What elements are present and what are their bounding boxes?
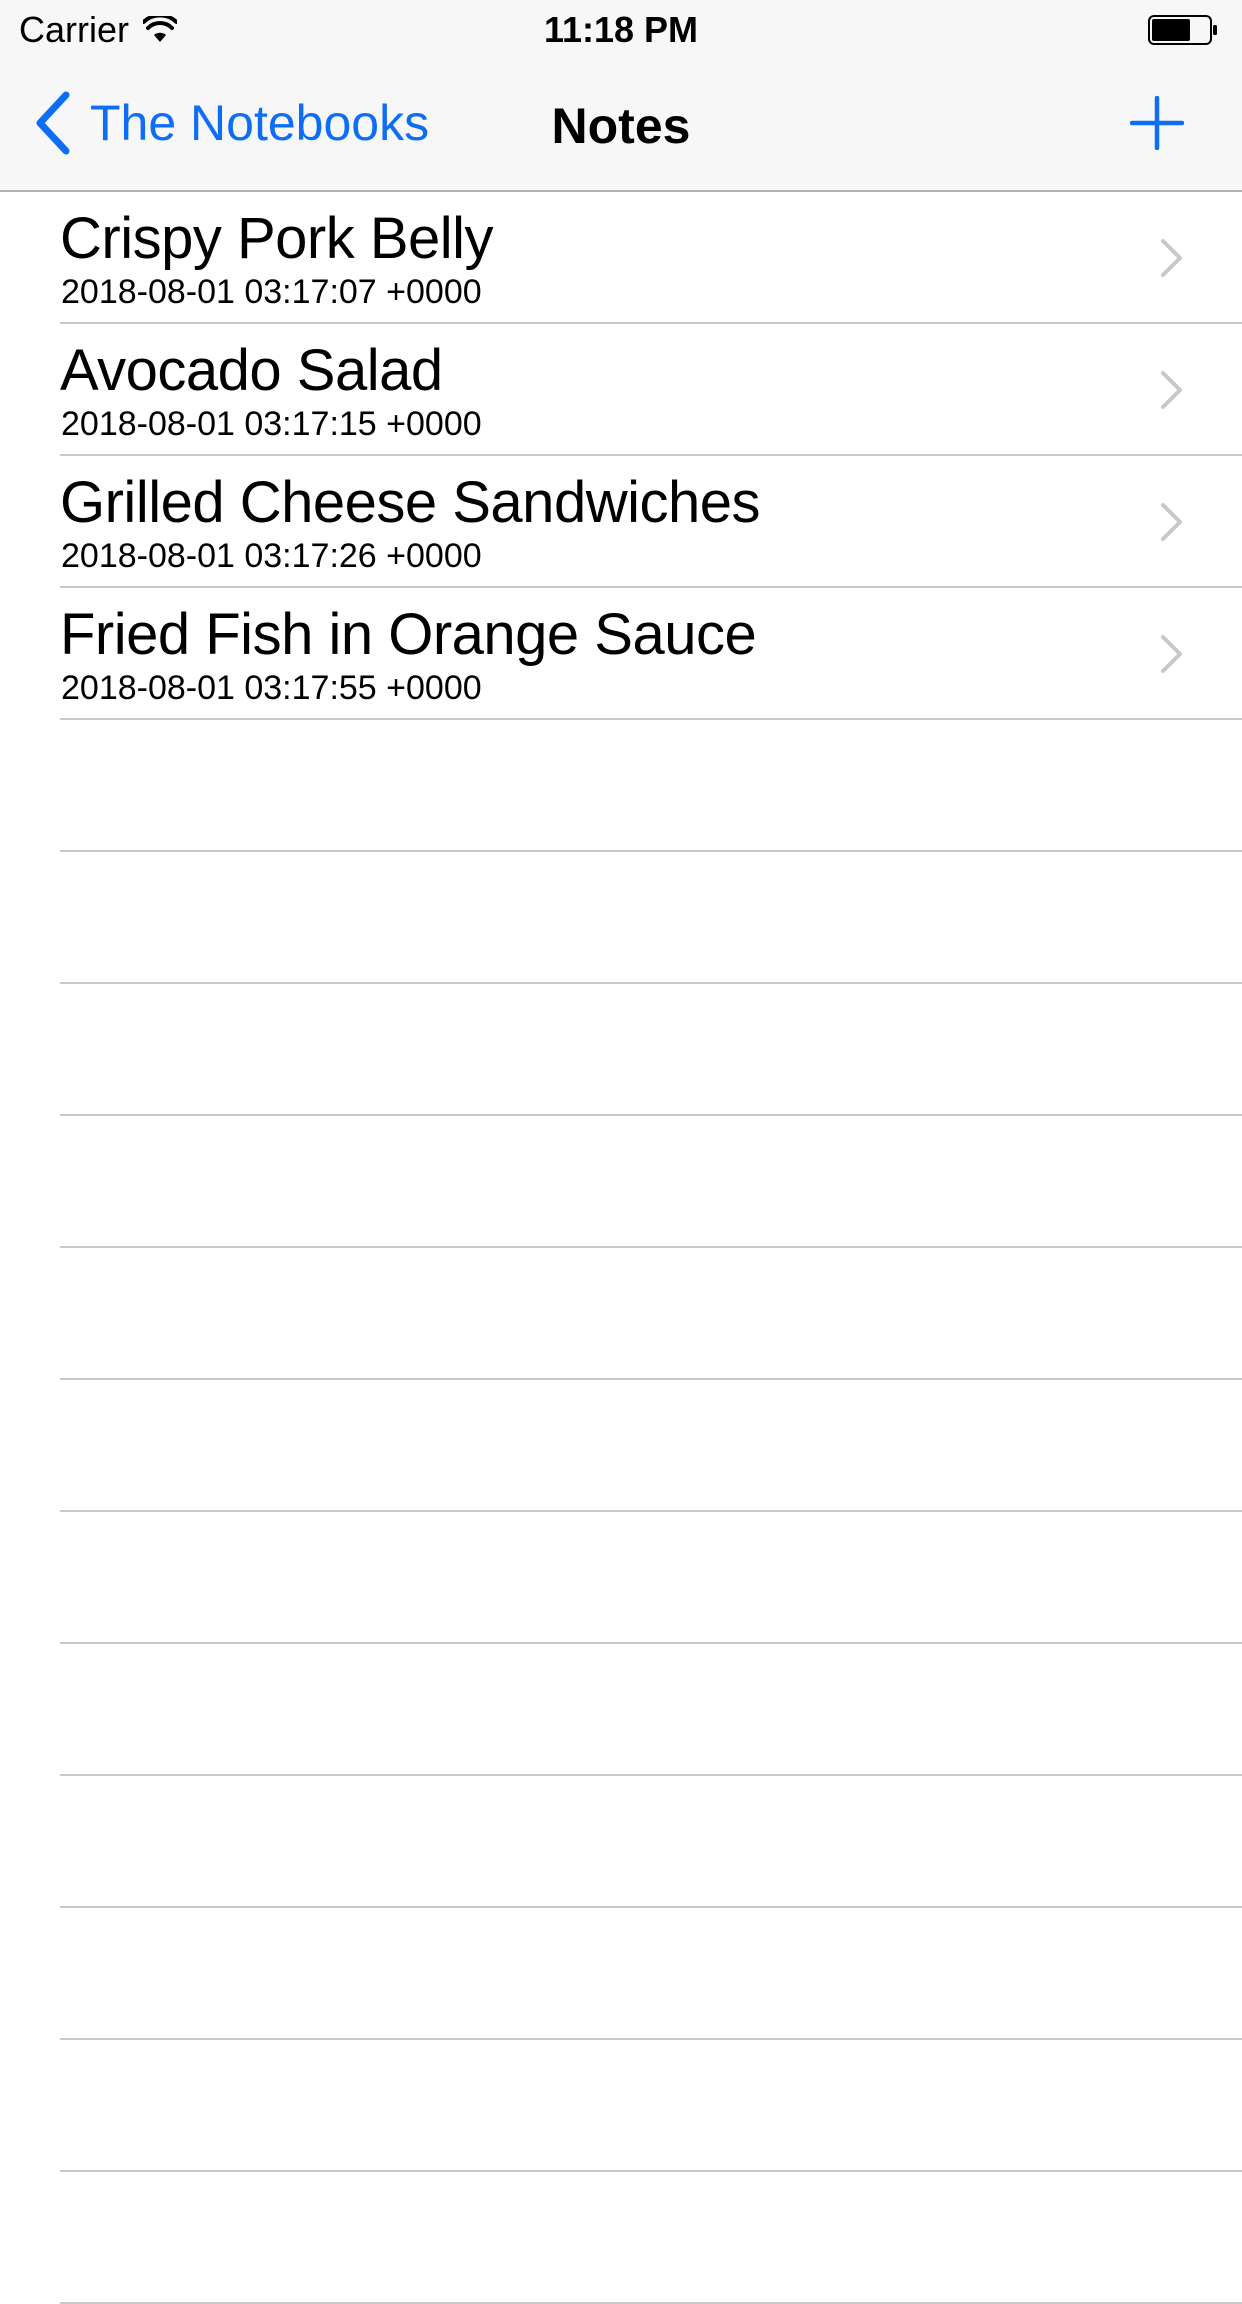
- notes-table: Crispy Pork Belly 2018-08-01 03:17:07 +0…: [0, 192, 1242, 2304]
- empty-row: [60, 1908, 1242, 2040]
- chevron-right-icon: [1161, 239, 1182, 277]
- chevron-right-icon: [1161, 503, 1182, 541]
- top-bar: Carrier 11:18 PM The Notebooks Notes: [0, 0, 1242, 192]
- note-row[interactable]: Grilled Cheese Sandwiches 2018-08-01 03:…: [60, 456, 1242, 588]
- empty-row: [60, 984, 1242, 1116]
- battery-icon: [1148, 15, 1217, 45]
- empty-row: [60, 720, 1242, 852]
- empty-row: [60, 2172, 1242, 2304]
- note-title: Grilled Cheese Sandwiches: [60, 470, 760, 535]
- note-title: Fried Fish in Orange Sauce: [60, 602, 757, 667]
- empty-row: [60, 852, 1242, 984]
- navigation-bar: The Notebooks Notes: [0, 60, 1242, 190]
- note-date: 2018-08-01 03:17:15 +0000: [61, 405, 482, 443]
- empty-row: [60, 2040, 1242, 2172]
- note-date: 2018-08-01 03:17:26 +0000: [61, 537, 482, 575]
- note-row[interactable]: Crispy Pork Belly 2018-08-01 03:17:07 +0…: [60, 192, 1242, 324]
- chevron-right-icon: [1161, 635, 1182, 673]
- empty-row: [60, 1644, 1242, 1776]
- page-title: Notes: [551, 98, 691, 154]
- note-row[interactable]: Avocado Salad 2018-08-01 03:17:15 +0000: [60, 324, 1242, 456]
- chevron-right-icon: [1161, 371, 1182, 409]
- empty-row: [60, 1512, 1242, 1644]
- note-title: Avocado Salad: [60, 338, 443, 403]
- empty-row: [60, 1776, 1242, 1908]
- note-row[interactable]: Fried Fish in Orange Sauce 2018-08-01 03…: [60, 588, 1242, 720]
- note-date: 2018-08-01 03:17:55 +0000: [61, 669, 482, 707]
- empty-row: [60, 1248, 1242, 1380]
- status-time: 11:18 PM: [543, 9, 699, 50]
- plus-icon: [1130, 96, 1184, 150]
- note-date: 2018-08-01 03:17:07 +0000: [61, 273, 482, 311]
- note-title: Crispy Pork Belly: [60, 206, 494, 271]
- add-note-button[interactable]: [1130, 96, 1184, 150]
- empty-row: [60, 1380, 1242, 1512]
- status-bar: Carrier 11:18 PM: [0, 0, 1242, 60]
- empty-row: [60, 1116, 1242, 1248]
